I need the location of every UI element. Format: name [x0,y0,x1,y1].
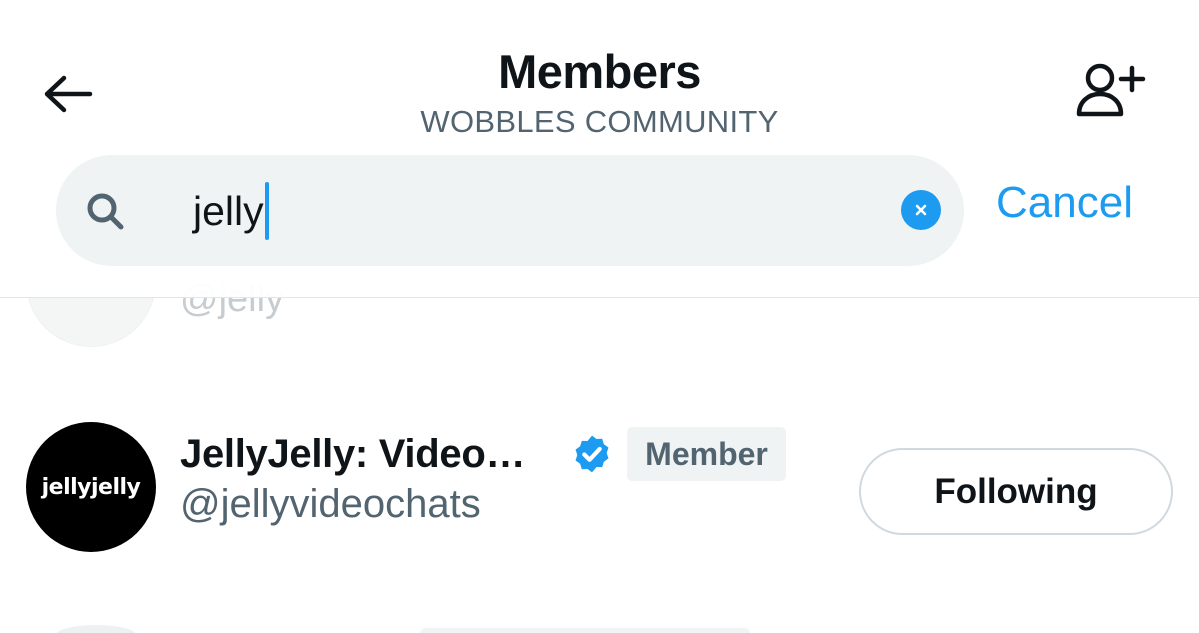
list-item[interactable]: jellyjelly JellyJelly: Video… Member @je… [0,400,1199,570]
add-member-button[interactable] [1074,58,1150,122]
clear-x-icon [915,204,927,216]
search-input-value: jelly [193,187,264,234]
member-display-name: JellyJelly: Video… [180,431,526,476]
clear-search-button[interactable] [901,190,941,230]
search-bar[interactable]: jelly [56,155,964,266]
following-button[interactable]: Following [859,448,1173,535]
list-item-placeholder [420,628,750,633]
members-screen: @jelly jellyjelly JellyJelly: Video… Mem… [0,0,1199,633]
verified-badge-icon [575,435,609,473]
search-icon [87,193,124,230]
search-input[interactable]: jelly [193,181,269,241]
avatar [56,625,136,633]
page-subtitle: WOBBLES COMMUNITY [420,104,779,139]
add-person-icon [1076,63,1146,117]
member-handle: @jellyvideochats [180,482,481,526]
text-cursor [264,182,269,240]
header: Members WOBBLES COMMUNITY jelly Cancel [0,0,1199,298]
page-title: Members [498,45,701,98]
member-role-badge: Member [627,427,786,481]
cancel-button[interactable]: Cancel [996,178,1133,228]
avatar-logo-text: jellyjelly [41,474,141,500]
avatar[interactable]: jellyjelly [26,422,156,552]
name-line: JellyJelly: Video… Member [180,427,786,481]
